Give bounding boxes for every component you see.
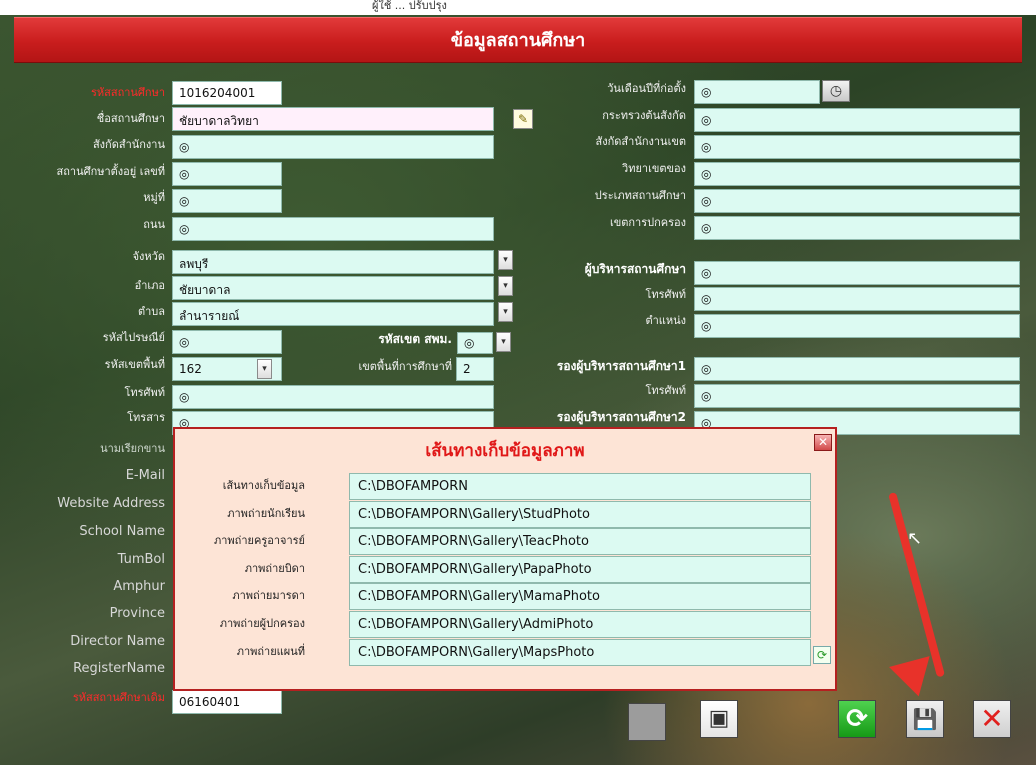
mouse-cursor-icon: ↖: [907, 528, 923, 549]
road-label: ถนน: [143, 218, 165, 231]
founded-label: วันเดือนปีที่ก่อตั้ง: [607, 82, 686, 95]
save-icon[interactable]: 💾: [906, 700, 944, 738]
chevron-down-icon[interactable]: ▾: [257, 359, 272, 379]
annotation-arrow: [888, 491, 946, 678]
moo-field[interactable]: ◎: [172, 189, 282, 213]
chevron-down-icon[interactable]: ▾: [498, 276, 513, 296]
province-select[interactable]: ลพบุรี: [172, 250, 494, 274]
path-row-label: ภาพถ่ายมารดา: [232, 589, 305, 602]
admin-zone-label: เขตการปกครอง: [609, 216, 686, 229]
subdistrict-select[interactable]: ลำนารายณ์: [172, 302, 494, 326]
deputy1-phone-label: โทรศัพท์: [645, 384, 686, 397]
postal-field[interactable]: ◎: [172, 330, 282, 354]
path-row-label: ภาพถ่ายครูอาจารย์: [214, 534, 305, 547]
website-label: Website Address: [57, 496, 165, 511]
edu-area-field[interactable]: 2: [456, 357, 494, 381]
data-path-field[interactable]: C:\DBOFAMPORN: [349, 473, 811, 500]
amphur-label: Amphur: [113, 579, 165, 594]
college-area-field[interactable]: ◎: [694, 162, 1020, 186]
director-phone-label: โทรศัพท์: [645, 288, 686, 301]
image-path-dialog: เส้นทางเก็บข้อมูลภาพ ✕ เส้นทางเก็บข้อมูล…: [173, 427, 837, 691]
school-code-field[interactable]: 1016204001: [172, 81, 282, 105]
close-icon[interactable]: ✕: [973, 700, 1011, 738]
address-no-field[interactable]: ◎: [172, 162, 282, 186]
mother-photo-path-field[interactable]: C:\DBOFAMPORN\Gallery\MamaPhoto: [349, 583, 811, 610]
address-no-label: สถานศึกษาตั้งอยู่ เลขที่: [56, 165, 165, 178]
window-caption-strip: ผู้ใช้ ... ปรับปรุง: [0, 0, 1036, 15]
dialog-title: เส้นทางเก็บข้อมูลภาพ: [425, 441, 585, 461]
school-type-field[interactable]: ◎: [694, 189, 1020, 213]
old-code-field[interactable]: 06160401: [172, 690, 282, 714]
school-code-label: รหัสสถานศึกษา: [90, 86, 165, 99]
spm-code-select[interactable]: ◎: [457, 332, 493, 354]
page-title: ข้อมูลสถานศึกษา: [14, 17, 1022, 63]
deputy1-header: รองผู้บริหารสถานศึกษา1: [556, 359, 686, 373]
nickname-label: นามเรียกขาน: [100, 442, 165, 455]
father-photo-path-field[interactable]: C:\DBOFAMPORN\Gallery\PapaPhoto: [349, 556, 811, 583]
fax-label: โทรสาร: [127, 411, 165, 424]
path-row-label: เส้นทางเก็บข้อมูล: [222, 479, 305, 492]
founded-field[interactable]: ◎: [694, 80, 820, 104]
road-field[interactable]: ◎: [172, 217, 494, 241]
district-label: อำเภอ: [134, 279, 165, 292]
school-name-en-label: School Name: [79, 524, 165, 539]
chevron-down-icon[interactable]: ▾: [498, 250, 513, 270]
phone-label: โทรศัพท์: [124, 386, 165, 399]
edu-area-label: เขตพื้นที่การศึกษาที่: [358, 360, 452, 373]
student-photo-path-field[interactable]: C:\DBOFAMPORN\Gallery\StudPhoto: [349, 501, 811, 528]
ministry-field[interactable]: ◎: [694, 108, 1020, 132]
guardian-photo-path-field[interactable]: C:\DBOFAMPORN\Gallery\AdmiPhoto: [349, 611, 811, 638]
close-icon[interactable]: ✕: [814, 434, 832, 451]
chevron-down-icon[interactable]: ▾: [496, 332, 511, 352]
director-header: ผู้บริหารสถานศึกษา: [584, 262, 686, 276]
position-field[interactable]: ◎: [694, 314, 1020, 338]
annotation-arrow-head: [889, 656, 939, 702]
blank-button[interactable]: [628, 703, 666, 741]
province-label: จังหวัด: [132, 250, 165, 263]
teacher-photo-path-field[interactable]: C:\DBOFAMPORN\Gallery\TeacPhoto: [349, 528, 811, 555]
position-label: ตำแหน่ง: [645, 314, 686, 327]
refresh-icon[interactable]: ⟳: [838, 700, 876, 738]
district-office-field[interactable]: ◎: [694, 135, 1020, 159]
spm-code-label: รหัสเขต สพม.: [378, 332, 452, 346]
director-name-label: Director Name: [70, 634, 165, 649]
province-en-label: Province: [109, 606, 165, 621]
school-type-label: ประเภทสถานศึกษา: [594, 189, 686, 202]
deputy1-field[interactable]: ◎: [694, 357, 1020, 381]
postal-label: รหัสไปรษณีย์: [102, 331, 165, 344]
office-field[interactable]: ◎: [172, 135, 494, 159]
district-office-label: สังกัดสำนักงานเขต: [595, 135, 686, 148]
school-name-label: ชื่อสถานศึกษา: [96, 112, 165, 125]
director-phone-field[interactable]: ◎: [694, 287, 1020, 311]
old-code-label: รหัสสถานศึกษาเดิม: [72, 691, 165, 704]
office-label: สังกัดสำนักงาน: [92, 138, 165, 151]
college-area-label: วิทยาเขตของ: [622, 162, 686, 175]
picture-icon[interactable]: ▣: [700, 700, 738, 738]
district-select[interactable]: ชัยบาดาล: [172, 276, 494, 300]
chevron-down-icon[interactable]: ▾: [498, 302, 513, 322]
path-row-label: ภาพถ่ายบิดา: [244, 562, 305, 575]
email-label: E-Mail: [125, 468, 165, 483]
register-name-label: RegisterName: [73, 661, 165, 676]
path-row-label: ภาพถ่ายนักเรียน: [227, 507, 305, 520]
refresh-icon[interactable]: ⟳: [813, 646, 831, 664]
map-photo-path-field[interactable]: C:\DBOFAMPORN\Gallery\MapsPhoto: [349, 639, 811, 666]
deputy1-phone-field[interactable]: ◎: [694, 384, 1020, 408]
director-field[interactable]: ◎: [694, 261, 1020, 285]
area-code-label: รหัสเขตพื้นที่: [104, 358, 165, 371]
deputy2-header: รองผู้บริหารสถานศึกษา2: [556, 410, 686, 424]
path-row-label: ภาพถ่ายแผนที่: [236, 645, 305, 658]
tumbol-label: TumBol: [117, 552, 165, 567]
school-name-field[interactable]: ชัยบาดาลวิทยา: [172, 107, 494, 131]
ministry-label: กระทรวงต้นสังกัด: [602, 109, 686, 122]
phone-field[interactable]: ◎: [172, 385, 494, 409]
path-row-label: ภาพถ่ายผู้ปกครอง: [219, 617, 305, 630]
window-caption: ผู้ใช้ ... ปรับปรุง: [372, 0, 447, 12]
admin-zone-field[interactable]: ◎: [694, 216, 1020, 240]
moo-label: หมู่ที่: [143, 191, 165, 204]
subdistrict-label: ตำบล: [137, 305, 165, 318]
clock-icon[interactable]: ◷: [822, 80, 850, 102]
